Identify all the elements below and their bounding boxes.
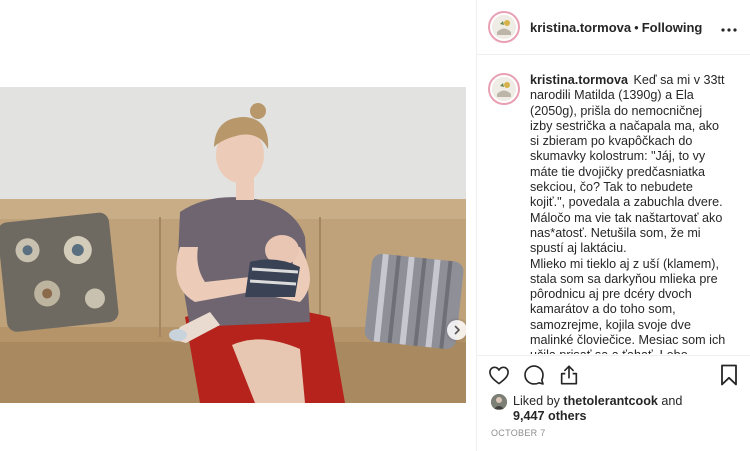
more-options-icon (721, 19, 737, 37)
caption-body: Keď sa mi v 33tt narodili Matilda (1390g… (530, 73, 726, 354)
share-icon (558, 364, 580, 391)
likes-prefix: Liked by (513, 394, 560, 408)
like-button[interactable] (487, 365, 511, 389)
likes-text: Liked by thetolerantcook and 9,447 other… (513, 394, 682, 424)
action-icons (487, 364, 592, 390)
author-avatar[interactable] (488, 11, 520, 43)
likes-others-count[interactable]: 9,447 others (513, 409, 587, 423)
more-options-button[interactable] (719, 18, 739, 38)
share-button[interactable] (557, 364, 581, 391)
caption-username[interactable]: kristina.tormova (530, 73, 628, 87)
post-photo[interactable] (0, 87, 466, 403)
caption-text: kristina.tormova Keď sa mi v 33tt narodi… (530, 73, 728, 354)
caption-author-avatar[interactable] (488, 73, 520, 105)
chevron-right-icon (452, 325, 462, 335)
author-username[interactable]: kristina.tormova (530, 20, 631, 35)
media-pane (0, 0, 476, 451)
likes-conjunction: and (661, 394, 683, 408)
photo-illustration (0, 87, 466, 403)
following-button[interactable]: Following (642, 20, 703, 35)
liker-avatar[interactable] (491, 394, 507, 410)
heart-icon (488, 365, 510, 390)
likes-summary: Liked by thetolerantcook and 9,447 other… (491, 394, 682, 424)
author-avatar-image (492, 15, 516, 39)
save-button[interactable] (717, 364, 741, 391)
actions-section: Liked by thetolerantcook and 9,447 other… (477, 355, 750, 451)
next-photo-button[interactable] (447, 320, 466, 340)
bookmark-icon (720, 364, 738, 391)
comment-button[interactable] (522, 364, 546, 391)
caption-author-avatar-image (492, 77, 516, 101)
liker-username[interactable]: thetolerantcook (563, 394, 657, 408)
post-date[interactable]: OCTOBER 7 (491, 428, 546, 438)
comments-area[interactable]: kristina.tormova Keď sa mi v 33tt narodi… (477, 56, 750, 354)
post-header-text: kristina.tormova • Following (530, 20, 702, 35)
comment-bubble-icon (523, 364, 545, 391)
header-separator: • (634, 19, 639, 35)
post-header: kristina.tormova • Following (477, 0, 750, 55)
caption-comment: kristina.tormova Keď sa mi v 33tt narodi… (488, 73, 728, 354)
post-side-panel: kristina.tormova • Following kristina.torm… (476, 0, 750, 451)
